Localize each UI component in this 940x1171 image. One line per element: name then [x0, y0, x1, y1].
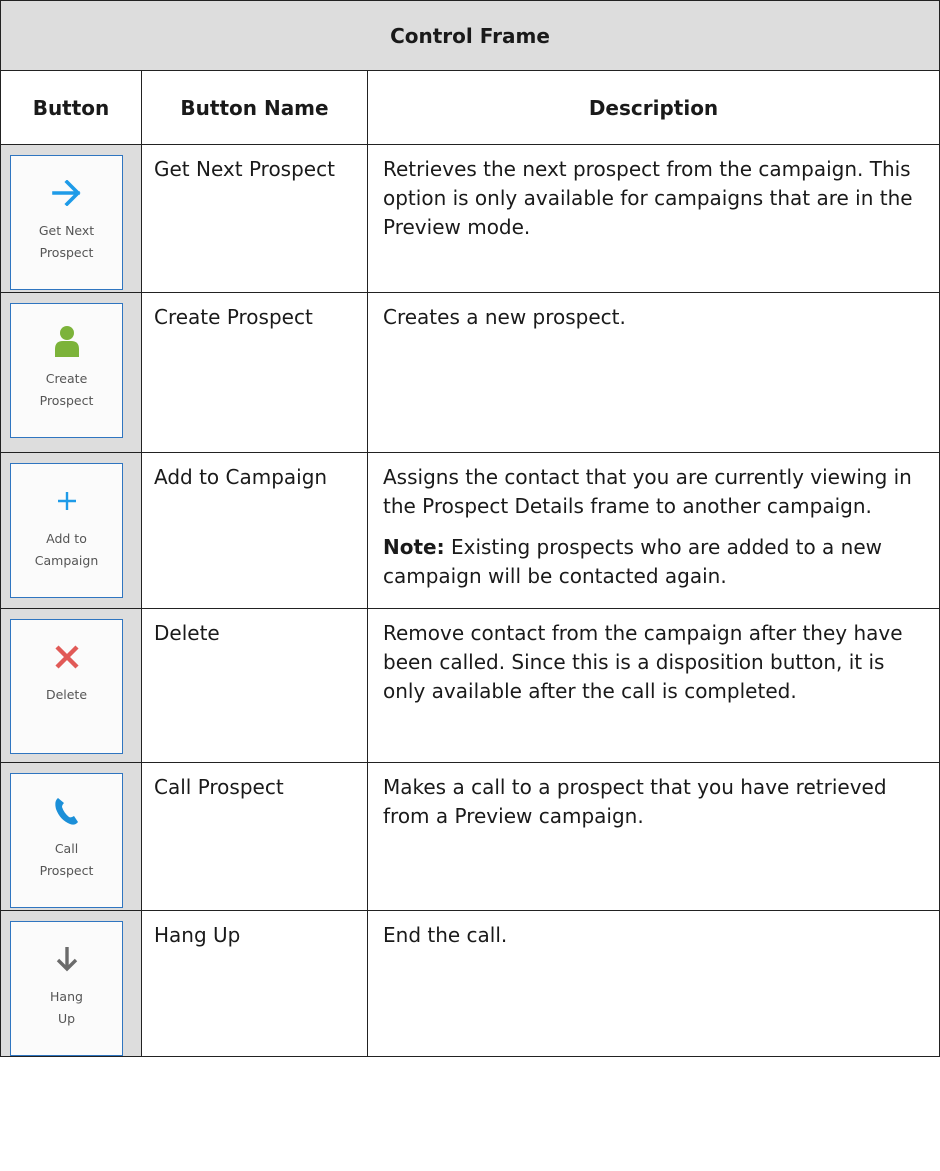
description: Assigns the contact that you are current…: [383, 465, 912, 518]
call-prospect-button[interactable]: Call Prospect: [10, 773, 123, 908]
table-row: Delete Delete Remove contact from the ca…: [0, 608, 940, 763]
button-label: Create Prospect: [39, 371, 94, 408]
table-row: Hang Up Hang Up End the call.: [0, 910, 940, 1057]
button-cell: Add to Campaign: [0, 452, 142, 609]
column-header-description: Description: [367, 70, 940, 145]
arrow-right-icon: [51, 176, 82, 210]
description: Retrieves the next prospect from the cam…: [367, 144, 940, 293]
button-label: Hang Up: [50, 989, 83, 1026]
button-label: Call Prospect: [39, 841, 94, 878]
table-row: Create Prospect Create Prospect Creates …: [0, 292, 940, 453]
table-row: Get Next Prospect Get Next Prospect Retr…: [0, 144, 940, 293]
control-frame-table: Control Frame Button Button Name Descrip…: [0, 0, 940, 1057]
delete-button[interactable]: Delete: [10, 619, 123, 754]
description: Remove contact from the campaign after t…: [367, 608, 940, 763]
note-text: Existing prospects who are added to a ne…: [383, 535, 883, 588]
button-label: Get Next Prospect: [38, 223, 95, 260]
button-name: Create Prospect: [141, 292, 368, 453]
button-name: Get Next Prospect: [141, 144, 368, 293]
button-cell: Call Prospect: [0, 762, 142, 911]
plus-icon: [56, 484, 78, 518]
x-icon: [54, 640, 80, 674]
button-name: Call Prospect: [141, 762, 368, 911]
add-to-campaign-button[interactable]: Add to Campaign: [10, 463, 123, 598]
column-header-button: Button: [0, 70, 142, 145]
button-name: Delete: [141, 608, 368, 763]
get-next-prospect-button[interactable]: Get Next Prospect: [10, 155, 123, 290]
button-name: Add to Campaign: [141, 452, 368, 609]
description: Makes a call to a prospect that you have…: [367, 762, 940, 911]
table-title-row: Control Frame: [0, 0, 940, 71]
phone-icon: [54, 794, 80, 828]
description: Creates a new prospect.: [367, 292, 940, 453]
button-label: Delete: [45, 687, 88, 702]
description-cell: Assigns the contact that you are current…: [367, 452, 940, 609]
person-icon: [54, 324, 80, 358]
column-header-row: Button Button Name Description: [0, 70, 940, 145]
column-header-button-name: Button Name: [141, 70, 368, 145]
table-row: Add to Campaign Add to Campaign Assigns …: [0, 452, 940, 609]
table-title: Control Frame: [0, 0, 940, 71]
create-prospect-button[interactable]: Create Prospect: [10, 303, 123, 438]
note: Note: Existing prospects who are added t…: [383, 533, 933, 591]
button-cell: Delete: [0, 608, 142, 763]
table-row: Call Prospect Call Prospect Makes a call…: [0, 762, 940, 911]
button-name: Hang Up: [141, 910, 368, 1057]
note-label: Note:: [383, 535, 445, 559]
button-cell: Get Next Prospect: [0, 144, 142, 293]
description: End the call.: [367, 910, 940, 1057]
arrow-down-icon: [55, 942, 79, 976]
button-cell: Create Prospect: [0, 292, 142, 453]
hang-up-button[interactable]: Hang Up: [10, 921, 123, 1056]
button-label: Add to Campaign: [34, 531, 99, 568]
button-cell: Hang Up: [0, 910, 142, 1057]
